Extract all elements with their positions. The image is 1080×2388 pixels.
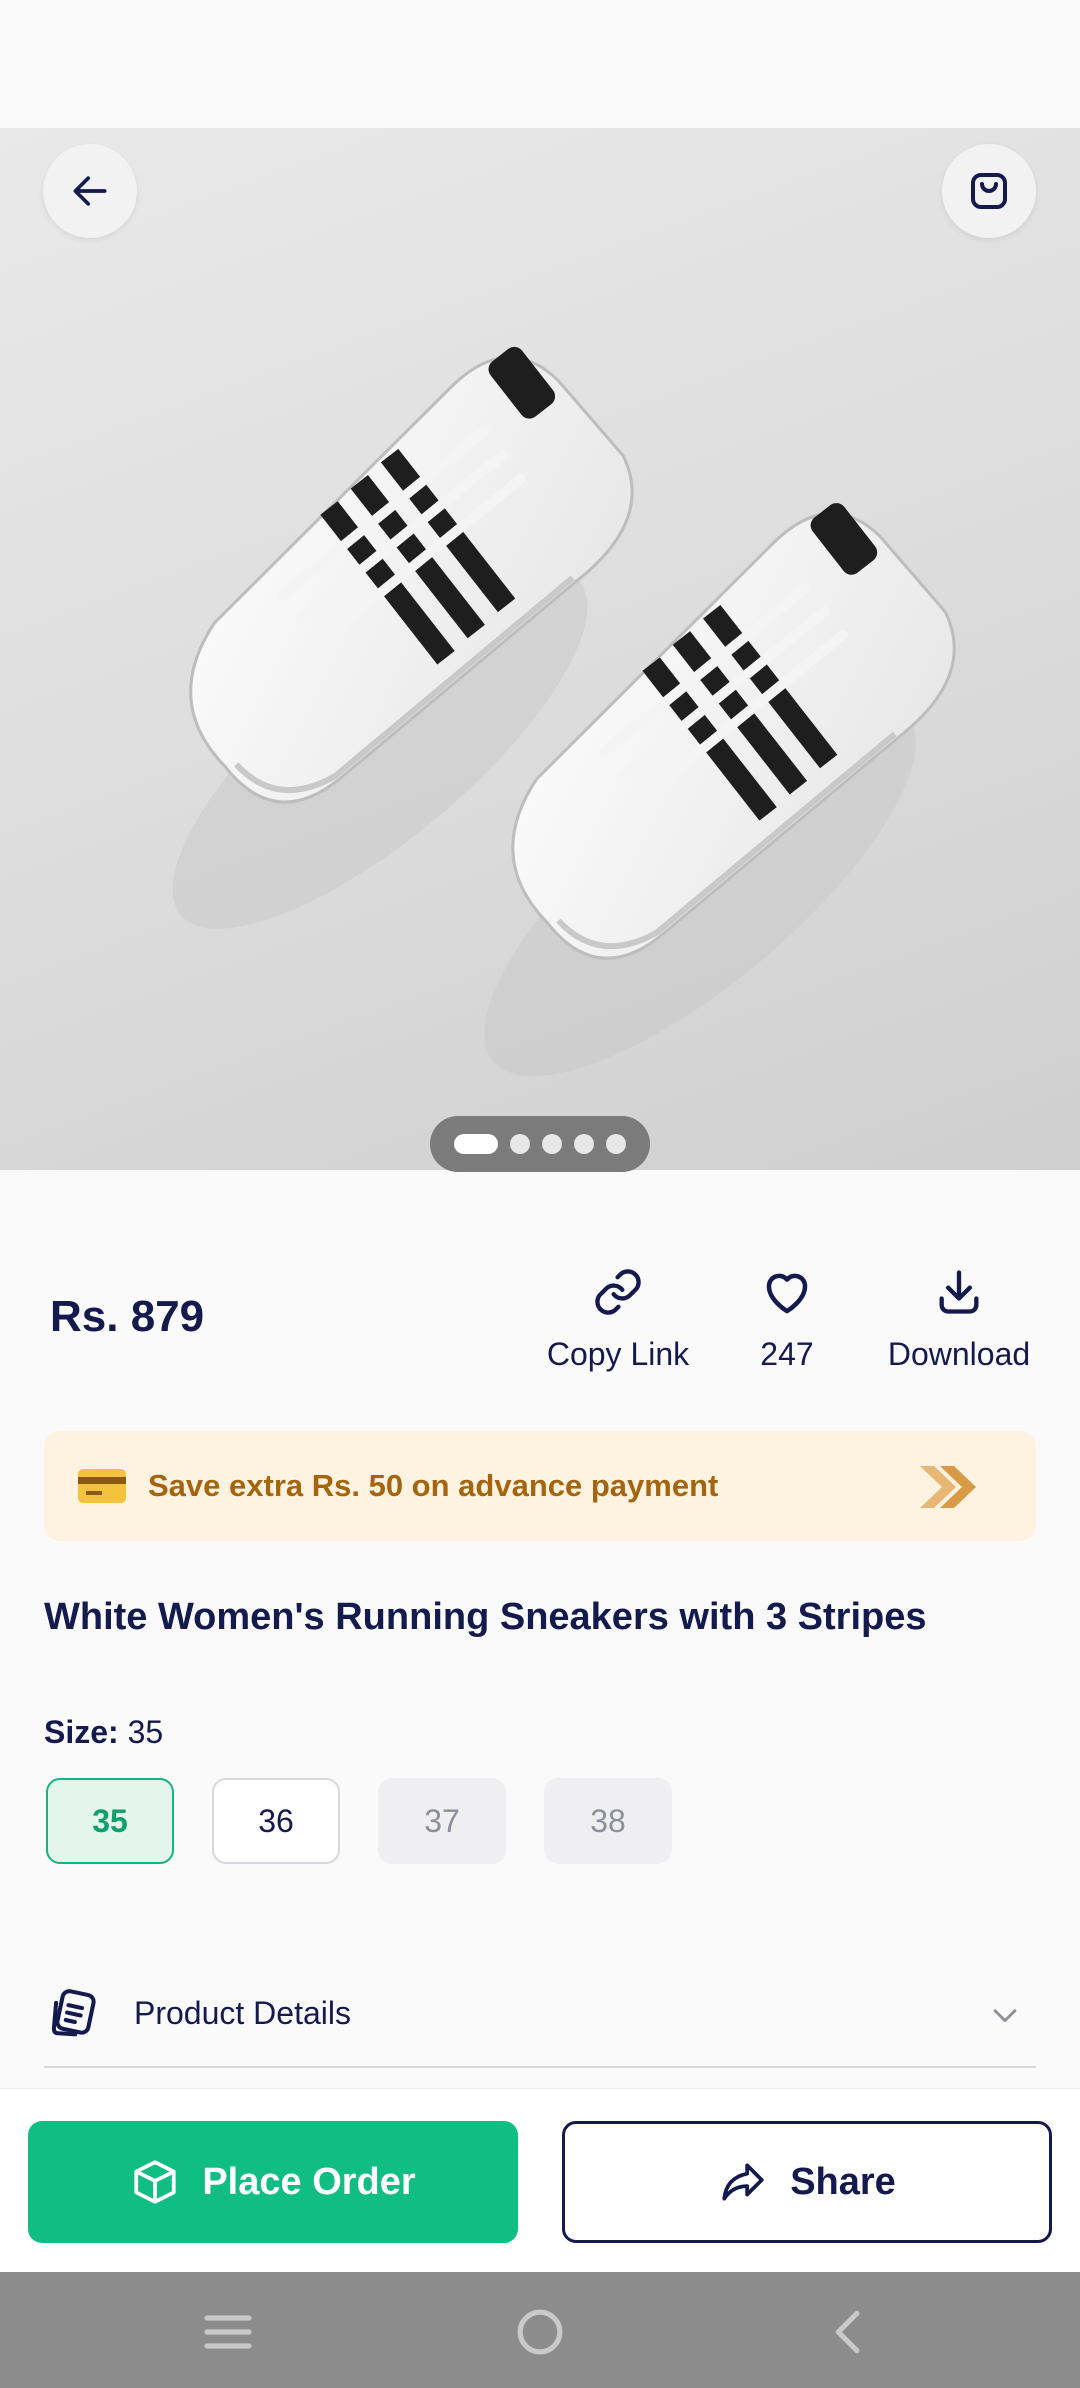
image-pagination-dots[interactable] [430,1116,650,1172]
menu-icon[interactable] [200,2304,256,2360]
copy-link-label: Copy Link [546,1336,690,1372]
pagination-dot-active[interactable] [454,1134,498,1154]
share-label: Share [790,2160,896,2203]
double-chevron-right-icon [920,1466,976,1508]
bottom-action-bar: Place Order Share [0,2088,1080,2272]
status-time: 4:48 [74,30,141,68]
download-button[interactable]: Download [880,1262,1038,1373]
size-option-37: 37 [378,1778,506,1864]
place-order-button[interactable]: Place Order [28,2121,518,2243]
system-navigation-bar [0,2272,1080,2388]
share-button[interactable]: Share [562,2121,1052,2243]
pagination-dot[interactable] [574,1134,594,1154]
like-button[interactable]: 247 [740,1262,834,1373]
product-image [172,346,956,1077]
pagination-dot[interactable] [606,1134,626,1154]
advance-payment-banner[interactable]: Save extra Rs. 50 on advance payment [44,1431,1036,1541]
size-options: 35 36 37 38 [46,1778,672,1864]
home-icon[interactable] [512,2304,568,2360]
selected-size-value: 35 [127,1714,164,1750]
chevron-down-icon [993,2009,1017,2023]
download-label: Download [887,1336,1031,1372]
product-image-gallery[interactable] [0,128,1080,1170]
like-count: 247 [760,1336,814,1372]
pagination-dot[interactable] [510,1134,530,1154]
size-option-36[interactable]: 36 [212,1778,340,1864]
product-title: White Women's Running Sneakers with 3 St… [44,1596,927,1638]
product-details-label: Product Details [134,1994,351,2031]
credit-card-icon [78,1469,126,1503]
size-option-35[interactable]: 35 [46,1778,174,1864]
pagination-dot[interactable] [542,1134,562,1154]
heart-icon [757,1262,817,1322]
shopping-bag-icon [971,173,1007,209]
arrow-left-icon [73,176,107,206]
product-price: Rs. 879 [50,1292,205,1341]
size-option-38: 38 [544,1778,672,1864]
product-details-accordion[interactable]: Product Details [44,1960,1036,2068]
promo-text: Save extra Rs. 50 on advance payment [148,1468,719,1503]
back-button[interactable] [43,144,137,238]
link-icon [588,1262,648,1322]
document-icon [51,1989,96,2037]
place-order-label: Place Order [202,2160,416,2203]
box-icon [130,2157,180,2207]
cart-button[interactable] [942,144,1036,238]
size-selection-label: Size: 35 [44,1714,163,1751]
status-bar: 4:48 [0,0,1080,128]
size-label: Size: [44,1714,119,1750]
share-icon [718,2157,768,2207]
copy-link-button[interactable]: Copy Link [546,1262,690,1373]
back-nav-icon[interactable] [822,2304,878,2360]
download-icon [929,1262,989,1322]
